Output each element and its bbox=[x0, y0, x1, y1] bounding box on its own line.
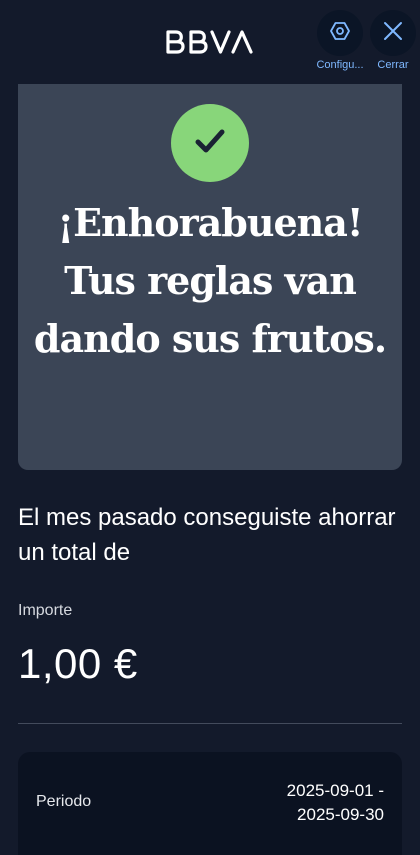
close-button[interactable] bbox=[370, 10, 416, 56]
period-label: Periodo bbox=[36, 793, 92, 810]
savings-summary-text: El mes pasado conseguiste ahorrar un tot… bbox=[18, 504, 396, 566]
amount-value: 1,00 € bbox=[18, 640, 138, 687]
success-banner: ¡Enhorabuena! Tus reglas van dando sus f… bbox=[18, 84, 402, 470]
congrats-heading: ¡Enhorabuena! Tus reglas van dando sus f… bbox=[33, 200, 387, 361]
settings-button[interactable] bbox=[317, 10, 363, 56]
period-start: 2025-09-01 - bbox=[286, 781, 384, 800]
divider bbox=[18, 723, 402, 724]
bbva-logo bbox=[165, 30, 255, 54]
amount-label: Importe bbox=[18, 602, 73, 619]
period-card: Periodo 2025-09-01 - 2025-09-30 bbox=[18, 752, 402, 855]
success-badge bbox=[171, 104, 249, 182]
checkmark-icon bbox=[190, 121, 230, 166]
close-label[interactable]: Cerrar bbox=[370, 59, 416, 71]
hexagon-gear-icon bbox=[329, 20, 351, 47]
close-icon bbox=[382, 20, 404, 47]
period-end: 2025-09-30 bbox=[297, 805, 384, 824]
period-value: 2025-09-01 - 2025-09-30 bbox=[287, 779, 384, 827]
top-bar: Configu... Cerrar bbox=[0, 0, 420, 80]
settings-label[interactable]: Configu... bbox=[311, 59, 369, 71]
